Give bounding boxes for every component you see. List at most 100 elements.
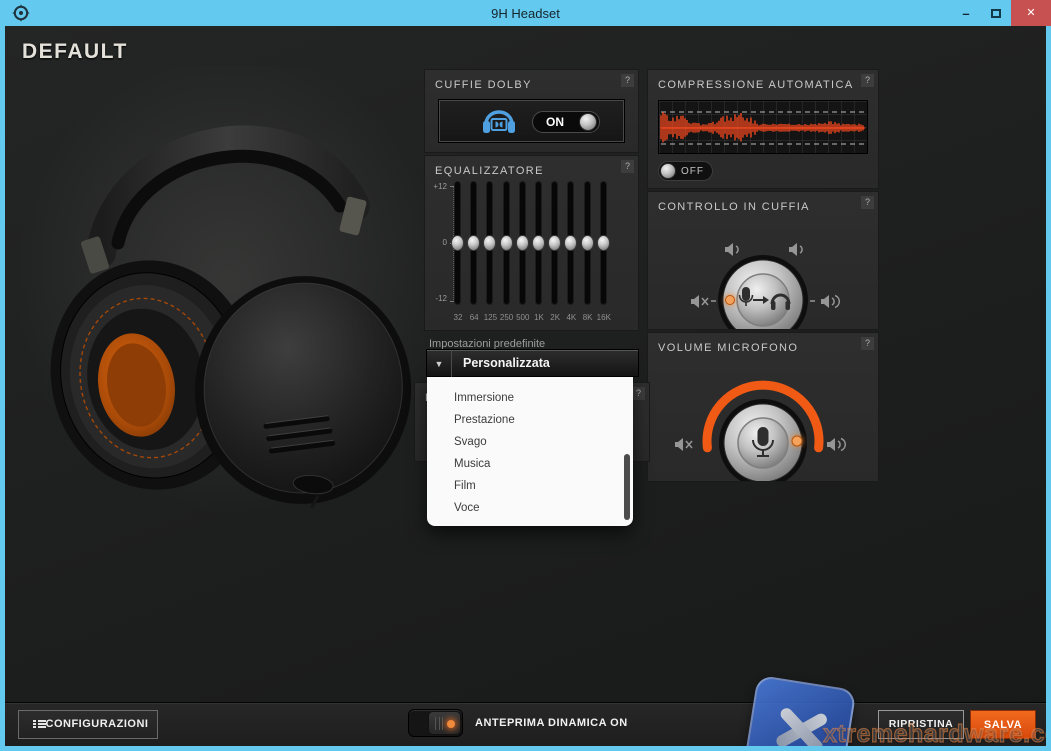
speaker-medium-icon	[789, 243, 802, 256]
preset-option-film[interactable]: Film	[427, 475, 633, 497]
app-window: 9H Headset – ✕ DEFAULT	[0, 0, 1051, 751]
preset-label: Impostazioni predefinite	[429, 338, 545, 350]
eq-slider-knob[interactable]	[451, 235, 464, 251]
eq-slider-knob[interactable]	[564, 235, 577, 251]
compression-toggle[interactable]: OFF	[658, 161, 713, 181]
eq-slider-250[interactable]	[500, 182, 514, 304]
panel-title-compressione: COMPRESSIONE AUTOMATICA	[658, 79, 854, 91]
dynamic-preview-toggle-knob[interactable]	[428, 711, 461, 735]
bottom-toolbar: CONFIGURAZIONI ANTEPRIMA DINAMICA ON RIP…	[5, 702, 1046, 746]
help-icon[interactable]: ?	[861, 196, 874, 209]
preset-selected-value: Personalizzata	[463, 356, 550, 370]
eq-slider-knob[interactable]	[500, 235, 513, 251]
eq-slider-2K[interactable]	[548, 182, 562, 304]
profile-name: DEFAULT	[22, 40, 128, 64]
panel-compressione-automatica: COMPRESSIONE AUTOMATICA ? OFF	[648, 70, 878, 188]
dolby-toggle-label: ON	[546, 115, 564, 129]
compression-toggle-label: OFF	[681, 166, 704, 177]
dynamic-preview-label: ANTEPRIMA DINAMICA ON	[475, 717, 628, 729]
eq-slider-64[interactable]	[467, 182, 481, 304]
eq-scale-max: +12	[427, 182, 447, 191]
dolby-control-box: ON	[439, 100, 624, 142]
eq-slider-16K[interactable]	[597, 182, 611, 304]
speaker-low-icon	[725, 243, 738, 256]
speaker-muted-icon	[691, 295, 708, 308]
preset-option-voce[interactable]: Voce	[427, 497, 633, 519]
dropdown-scrollbar[interactable]	[624, 454, 630, 520]
eq-freq-label: 2K	[547, 313, 563, 322]
panel-title-controllo: CONTROLLO IN CUFFIA	[658, 201, 810, 213]
eq-slider-knob[interactable]	[532, 235, 545, 251]
eq-freq-label: 64	[466, 313, 482, 322]
list-icon	[33, 719, 46, 731]
compression-toggle-knob[interactable]	[660, 163, 676, 179]
dolby-toggle[interactable]: ON	[532, 111, 600, 133]
eq-scale-min: -12	[427, 294, 447, 303]
eq-slider-8K[interactable]	[581, 182, 595, 304]
audio-waveform-display	[658, 100, 868, 154]
speaker-loud-icon	[821, 295, 839, 308]
eq-freq-label: 16K	[596, 313, 612, 322]
window-title: 9H Headset	[0, 6, 1051, 21]
eq-slider-knob[interactable]	[483, 235, 496, 251]
dolby-toggle-knob[interactable]	[579, 113, 597, 131]
configurations-button[interactable]: CONFIGURAZIONI	[18, 710, 158, 739]
eq-slider-knob[interactable]	[597, 235, 610, 251]
eq-slider-1K[interactable]	[532, 182, 546, 304]
close-button[interactable]: ✕	[1011, 0, 1051, 26]
eq-freq-label: 500	[515, 313, 531, 322]
minimize-button[interactable]: –	[951, 6, 981, 21]
eq-freq-label: 4K	[563, 313, 579, 322]
main-content: DEFAULT	[5, 26, 1046, 746]
panel-equalizzatore: EQUALIZZATORE ? +12 0 -12 3264125250500 1…	[425, 156, 638, 330]
preset-dropdown[interactable]: ▼ Personalizzata	[427, 350, 638, 376]
eq-slider-knob[interactable]	[516, 235, 529, 251]
panel-controllo-in-cuffia: CONTROLLO IN CUFFIA ?	[648, 192, 878, 329]
toggle-indicator-dot	[447, 720, 455, 728]
panel-volume-microfono: VOLUME MICROFONO ?	[648, 333, 878, 481]
knob-position-indicator	[726, 296, 735, 305]
help-icon[interactable]: ?	[621, 160, 634, 173]
titlebar: 9H Headset – ✕	[0, 0, 1051, 26]
headset-product-image	[23, 78, 423, 508]
maximize-button[interactable]	[981, 6, 1011, 21]
eq-scale-mid: 0	[427, 238, 447, 247]
restore-button[interactable]: RIPRISTINA	[878, 710, 964, 739]
sidetone-knob[interactable]	[648, 218, 878, 329]
eq-slider-4K[interactable]	[564, 182, 578, 304]
speaker-loud-icon	[827, 438, 845, 451]
eq-slider-125[interactable]	[483, 182, 497, 304]
preset-option-immersione[interactable]: Immersione	[427, 387, 633, 409]
help-icon[interactable]: ?	[632, 387, 645, 400]
eq-slider-32[interactable]	[451, 182, 465, 304]
chevron-down-icon[interactable]: ▼	[427, 351, 452, 377]
preset-options-list: Immersione Prestazione Svago Musica Film…	[427, 376, 633, 526]
preset-option-svago[interactable]: Svago	[427, 431, 633, 453]
eq-slider-knob[interactable]	[581, 235, 594, 251]
speaker-muted-icon	[675, 438, 692, 451]
configurations-label: CONFIGURAZIONI	[46, 718, 149, 730]
eq-freq-label: 250	[499, 313, 515, 322]
eq-freq-label: 125	[482, 313, 498, 322]
preset-option-prestazione[interactable]: Prestazione	[427, 409, 633, 431]
dolby-headphone-icon	[482, 107, 516, 135]
save-button[interactable]: SALVA	[970, 710, 1036, 739]
help-icon[interactable]: ?	[621, 74, 634, 87]
eq-slider-500[interactable]	[516, 182, 530, 304]
eq-freq-label: 32	[450, 313, 466, 322]
eq-slider-knob[interactable]	[548, 235, 561, 251]
toggle-ridges-icon	[435, 717, 443, 730]
mic-volume-knob[interactable]	[648, 359, 878, 481]
help-icon[interactable]: ?	[861, 74, 874, 87]
preset-option-musica[interactable]: Musica	[427, 453, 633, 475]
eq-slider-knob[interactable]	[467, 235, 480, 251]
eq-freq-label: 8K	[580, 313, 596, 322]
panel-cuffie-dolby: CUFFIE DOLBY ? ON	[425, 70, 638, 152]
dynamic-preview-toggle[interactable]	[408, 709, 463, 737]
maximize-icon	[991, 9, 1001, 18]
knob-position-indicator	[792, 436, 802, 446]
panel-title-volume-microfono: VOLUME MICROFONO	[658, 342, 798, 354]
panel-title-cuffie-dolby: CUFFIE DOLBY	[435, 79, 532, 91]
help-icon[interactable]: ?	[861, 337, 874, 350]
panel-title-equalizzatore: EQUALIZZATORE	[435, 165, 544, 177]
